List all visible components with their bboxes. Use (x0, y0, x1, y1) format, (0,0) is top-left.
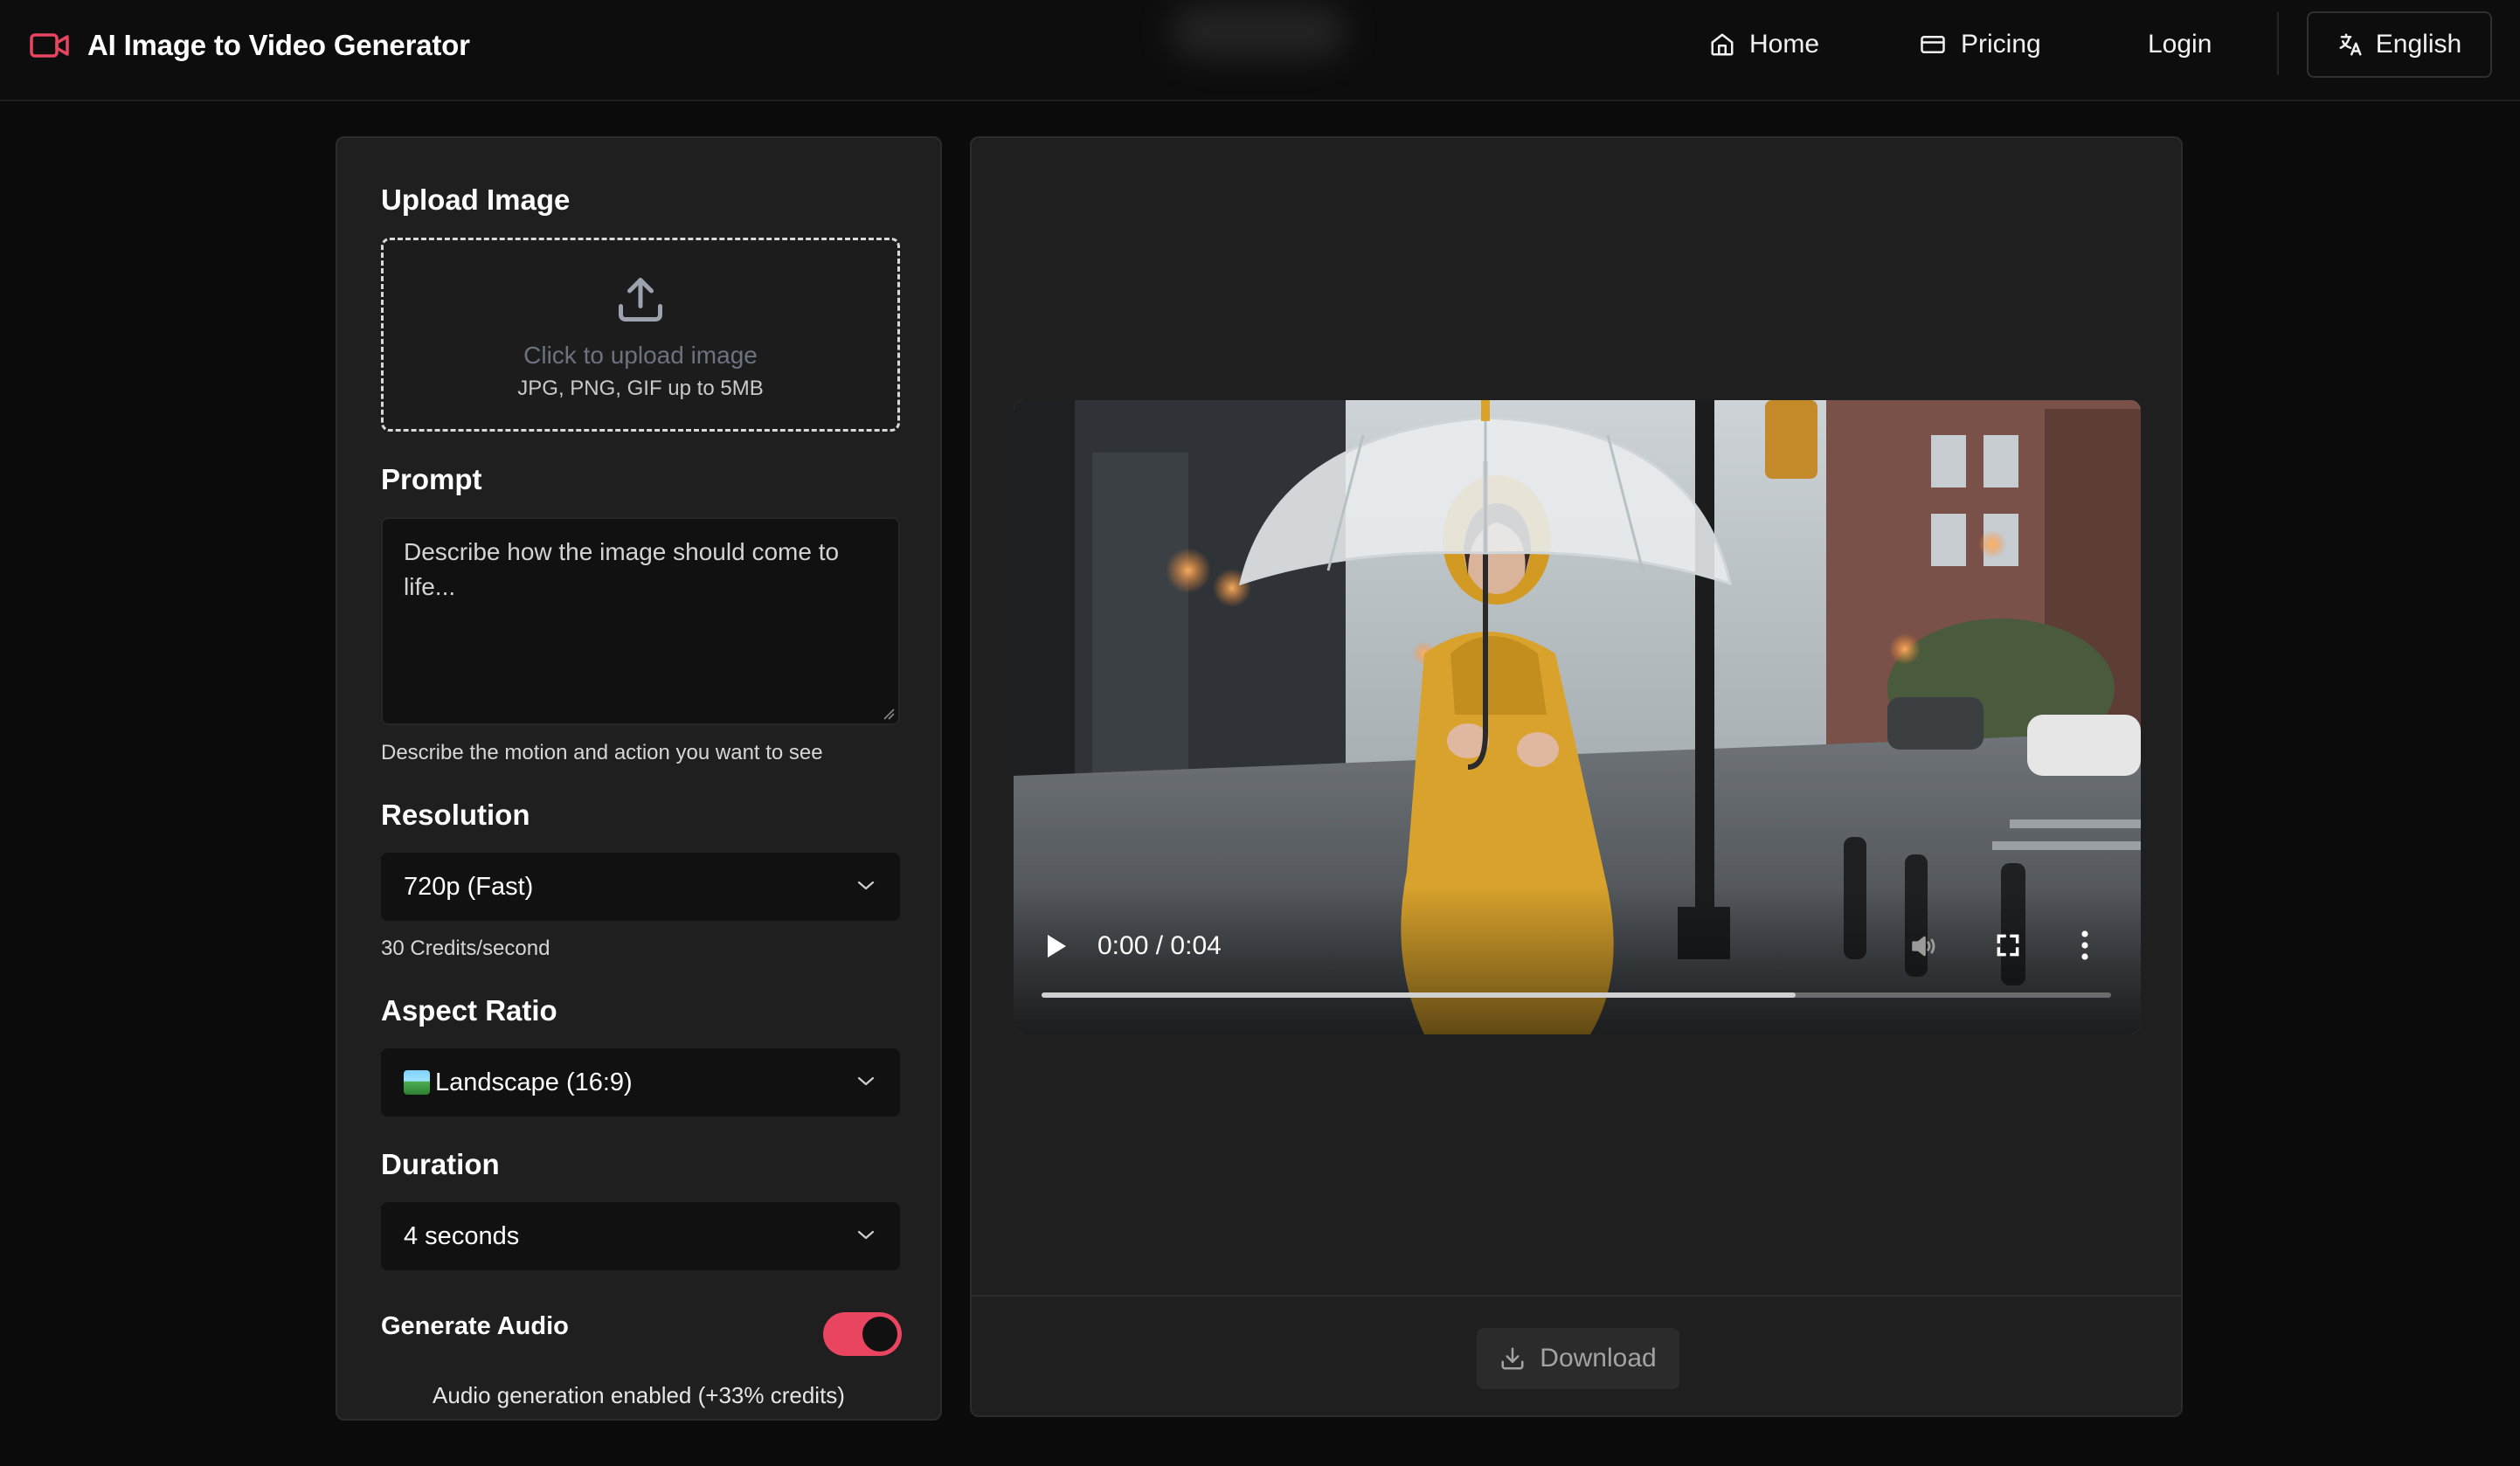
fullscreen-icon[interactable] (1994, 931, 2022, 959)
resolution-title: Resolution (381, 799, 530, 831)
time-separator: / (1155, 931, 1164, 960)
duration-value: 4 seconds (404, 1221, 520, 1250)
aspect-ratio-title: Aspect Ratio (381, 994, 557, 1027)
duration-select[interactable]: 4 seconds (381, 1202, 900, 1270)
download-icon (1501, 1347, 1524, 1370)
resolution-value: 720p (Fast) (404, 872, 534, 901)
framed-picture-icon (404, 1070, 430, 1095)
upload-file-hint: JPG, PNG, GIF up to 5MB (517, 377, 764, 400)
resolution-credits-text: 30 Credits/second (381, 937, 550, 960)
nav-home[interactable]: Home (1709, 24, 1819, 65)
nav-pricing[interactable]: Pricing (1919, 24, 2041, 65)
nav-login-label: Login (2148, 30, 2212, 59)
video-player[interactable]: 0:00 / 0:04 (1014, 400, 2141, 1034)
brand[interactable]: AI Image to Video Generator (30, 26, 470, 65)
nav-home-label: Home (1749, 30, 1820, 59)
duration-title: Duration (381, 1148, 500, 1180)
language-selector[interactable]: English (2307, 11, 2492, 78)
prompt-title: Prompt (381, 463, 482, 495)
current-time: 0:00 (1097, 931, 1149, 960)
aspect-ratio-select[interactable]: Landscape (16:9) (381, 1048, 900, 1117)
toggle-knob (862, 1317, 897, 1352)
chevron-down-icon (857, 881, 875, 890)
home-icon (1711, 33, 1734, 56)
audio-note: Audio generation enabled (+33% credits) (433, 1382, 845, 1408)
language-label: English (2375, 30, 2462, 59)
video-camera-icon (30, 33, 69, 58)
app-title: AI Image to Video Generator (87, 29, 470, 61)
resize-grip-icon[interactable] (883, 708, 895, 720)
top-header: AI Image to Video Generator Home Pricing… (0, 0, 2520, 101)
video-progress-bar[interactable] (1042, 992, 2111, 998)
upload-main-text: Click to upload image (523, 342, 758, 369)
settings-panel: Upload Image Click to upload image JPG, … (336, 136, 942, 1421)
blurred-decoration (1171, 5, 1346, 58)
translate-icon (2339, 33, 2362, 56)
nav-divider (2277, 12, 2279, 75)
nav-pricing-label: Pricing (1961, 30, 2041, 59)
prompt-textarea[interactable]: Describe how the image should come to li… (381, 517, 900, 725)
video-progress-fill (1042, 992, 1796, 998)
upload-title: Upload Image (381, 183, 571, 216)
aspect-ratio-value: Landscape (16:9) (435, 1068, 633, 1096)
volume-icon[interactable] (1908, 931, 1938, 961)
download-button[interactable]: Download (1477, 1328, 1679, 1389)
download-label: Download (1540, 1344, 1657, 1373)
total-time: 0:04 (1170, 931, 1222, 960)
upload-icon (619, 278, 662, 322)
more-options-icon[interactable] (2078, 930, 2092, 961)
prompt-helper-text: Describe the motion and action you want … (381, 741, 823, 764)
nav-login[interactable]: Login (2148, 24, 2212, 65)
preview-panel: 0:00 / 0:04 Download (970, 136, 2183, 1417)
preview-footer: Download (972, 1295, 2181, 1415)
play-icon[interactable] (1045, 933, 1068, 959)
video-time: 0:00 / 0:04 (1097, 931, 1222, 961)
prompt-placeholder: Describe how the image should come to li… (404, 538, 840, 600)
resolution-select[interactable]: 720p (Fast) (381, 853, 900, 921)
generate-audio-toggle[interactable] (823, 1312, 902, 1356)
chevron-down-icon (857, 1230, 875, 1240)
image-upload-dropzone[interactable]: Click to upload image JPG, PNG, GIF up t… (381, 238, 900, 432)
generate-audio-label: Generate Audio (381, 1312, 569, 1340)
chevron-down-icon (857, 1076, 875, 1086)
credit-card-icon (1921, 36, 1945, 53)
